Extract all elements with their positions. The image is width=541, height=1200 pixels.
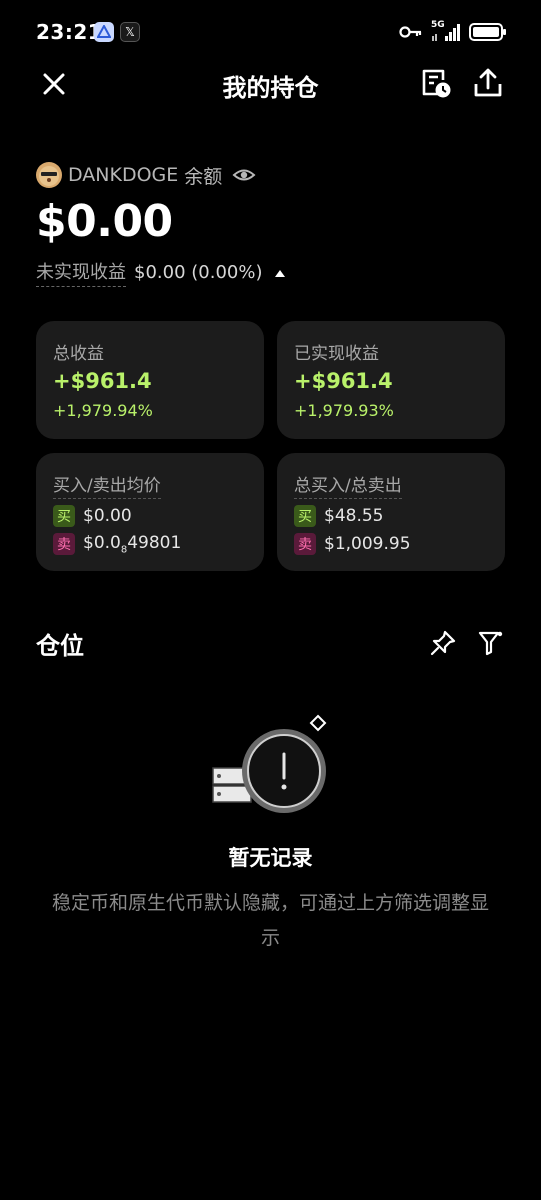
status-indicators: 5G xyxy=(399,20,507,42)
close-icon xyxy=(43,73,65,95)
filter-button[interactable] xyxy=(476,628,506,658)
pin-button[interactable] xyxy=(428,628,458,658)
page-title: 我的持仓 xyxy=(222,74,319,102)
balance-label: 余额 xyxy=(184,165,223,188)
card-value: +$961.4 xyxy=(294,369,393,393)
empty-state-illustration xyxy=(205,708,345,818)
unrealized-label[interactable]: 未实现收益 xyxy=(36,258,126,287)
balance-amount: $0.00 xyxy=(36,196,173,247)
share-icon xyxy=(474,68,502,97)
buy-tag: 买 xyxy=(294,505,316,527)
sell-tag: 卖 xyxy=(53,533,75,556)
header: 我的持仓 xyxy=(0,62,541,108)
totals-card: 总买入/总卖出 买 $48.55 卖 $1,009.95 xyxy=(277,453,505,571)
token-row: DANKDOGE 余额 xyxy=(36,160,256,190)
buy-tag: 买 xyxy=(53,505,75,527)
positions-title: 仓位 xyxy=(36,632,84,660)
unrealized-value: $0.00 (0.00%) xyxy=(134,262,263,283)
empty-title: 暂无记录 xyxy=(228,846,313,870)
token-avatar xyxy=(36,162,62,188)
filter-icon xyxy=(478,631,503,656)
sell-line: 卖 $1,009.95 xyxy=(294,533,411,555)
card-percent: +1,979.94% xyxy=(53,401,153,420)
pin-icon xyxy=(430,630,456,656)
empty-description: 稳定币和原生代币默认隐藏，可通过上方筛选调整显示 xyxy=(51,892,489,949)
battery-icon xyxy=(469,23,506,41)
card-title: 总买入/总卖出 xyxy=(294,471,402,499)
card-percent: +1,979.93% xyxy=(294,401,394,420)
card-value: +$961.4 xyxy=(53,369,152,393)
signal-icon: 5G xyxy=(431,20,461,42)
buy-line: 买 $0.00 xyxy=(53,505,132,527)
status-bar: 23:21 𝕏 5G xyxy=(0,0,541,66)
buy-line: 买 $48.55 xyxy=(294,505,383,527)
token-name: DANKDOGE xyxy=(68,164,179,186)
buy-value: $48.55 xyxy=(324,506,384,526)
status-time: 23:21 xyxy=(36,20,103,44)
total-pnl-card: 总收益 +$961.4 +1,979.94% xyxy=(36,321,264,439)
sell-tag: 卖 xyxy=(294,533,316,555)
caret-up-icon xyxy=(275,269,286,277)
sell-value: $0.0849801 xyxy=(83,533,182,556)
card-title: 已实现收益 xyxy=(294,344,379,364)
key-icon xyxy=(399,26,422,38)
app-notification-icon xyxy=(94,22,114,42)
realized-pnl-card: 已实现收益 +$961.4 +1,979.93% xyxy=(277,321,505,439)
card-title: 总收益 xyxy=(53,344,104,364)
close-button[interactable] xyxy=(40,70,68,98)
x-app-icon: 𝕏 xyxy=(120,22,140,42)
sell-line: 卖 $0.0849801 xyxy=(53,533,181,555)
share-button[interactable] xyxy=(472,66,504,100)
buy-value: $0.00 xyxy=(83,506,132,526)
avg-price-card: 买入/卖出均价 买 $0.00 卖 $0.0849801 xyxy=(36,453,264,571)
sell-value: $1,009.95 xyxy=(324,534,411,554)
unrealized-row: 未实现收益 $0.00 (0.00%) xyxy=(36,258,286,287)
document-clock-icon xyxy=(422,69,451,98)
card-title: 买入/卖出均价 xyxy=(53,471,161,499)
history-button[interactable] xyxy=(419,66,453,100)
eye-icon[interactable] xyxy=(232,166,256,184)
